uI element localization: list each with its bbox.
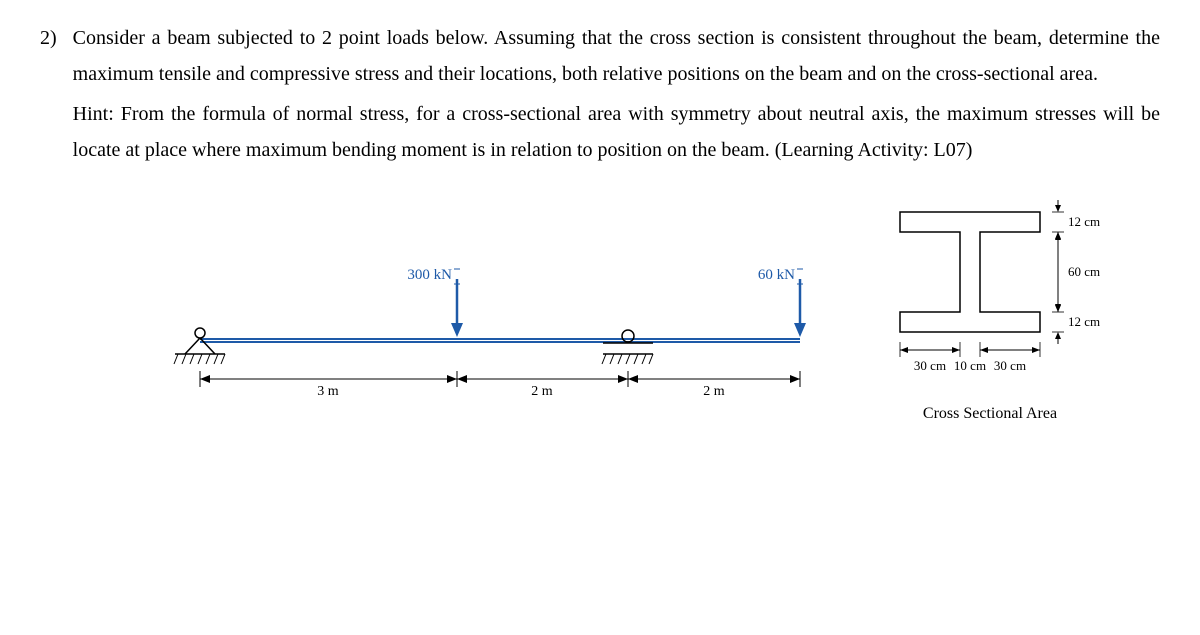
load2-label: 60 kN — [758, 267, 795, 283]
cross-section-block: 12 cm 60 cm 12 cm — [870, 192, 1110, 429]
problem-paragraph-1: Consider a beam subjected to 2 point loa… — [73, 20, 1160, 92]
span3-label: 2 m — [703, 384, 725, 399]
load1-label: 300 kN — [407, 267, 452, 283]
load-60kn: 60 kN — [758, 267, 806, 337]
problem-number: 2) — [40, 20, 57, 56]
flange-top-label: 12 cm — [1068, 214, 1100, 229]
web-width-label: 10 cm — [954, 358, 986, 373]
problem-paragraph-2: Hint: From the formula of normal stress,… — [73, 96, 1160, 168]
problem-block: 2) Consider a beam subjected to 2 point … — [40, 20, 1160, 172]
dim-web-height: 60 cm — [1055, 232, 1100, 312]
dimension-line: 3 m 2 m 2 m — [200, 371, 800, 399]
web-height-label: 60 cm — [1068, 264, 1100, 279]
i-beam-outline — [900, 212, 1040, 332]
problem-text: Consider a beam subjected to 2 point loa… — [73, 20, 1160, 172]
section-caption: Cross Sectional Area — [923, 400, 1057, 429]
load-300kn: 300 kN — [407, 267, 463, 337]
span2-label: 2 m — [531, 384, 553, 399]
dim-bot-flange: 12 cm — [1052, 300, 1100, 344]
span1-label: 3 m — [317, 384, 339, 399]
roller-support-icon — [602, 330, 653, 364]
left-flange-label: 30 cm — [914, 358, 946, 373]
pin-support-icon — [174, 328, 225, 364]
dim-widths: 30 cm 10 cm 30 cm — [900, 342, 1040, 373]
beam-diagram: 300 kN 60 kN — [160, 229, 840, 429]
cross-section-diagram: 12 cm 60 cm 12 cm — [870, 192, 1110, 392]
flange-bot-label: 12 cm — [1068, 314, 1100, 329]
figures-row: 300 kN 60 kN — [40, 192, 1160, 429]
right-flange-label: 30 cm — [994, 358, 1026, 373]
